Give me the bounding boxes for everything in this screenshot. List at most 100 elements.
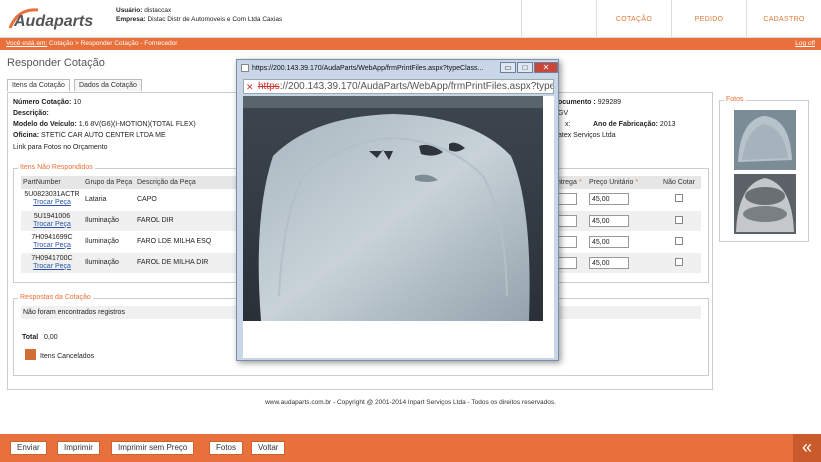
popup-viewport [243, 96, 554, 358]
trocar-peca-link[interactable]: Trocar Peça [23, 242, 81, 250]
modelo-label: Modelo do Veículo: [13, 121, 77, 128]
itens-nao-respondidos-legend: Itens Não Respondidos [18, 164, 95, 171]
minimize-button[interactable]: ▭ [500, 62, 516, 73]
audaparts-logo[interactable]: Audaparts [8, 6, 108, 32]
breadcrumb-path: Cotação > Responder Cotação - Fornecedor [49, 40, 178, 47]
svg-text:Audaparts: Audaparts [13, 13, 93, 30]
entrega-cell [555, 231, 587, 253]
trocar-peca-link[interactable]: Trocar Peça [23, 263, 81, 271]
entrega-input[interactable] [557, 193, 577, 206]
cancelados-swatch [25, 349, 36, 360]
col-nao-cotar: Não Cotar [657, 176, 701, 189]
preco-input[interactable]: 45,00 [589, 235, 629, 248]
oficina-value: STETIC CAR AUTO CENTER LTDA ME [41, 132, 166, 139]
oficina-field: Oficina: STETIC CAR AUTO CENTER LTDA ME [13, 132, 166, 139]
nao-cotar-checkbox[interactable] [675, 236, 683, 245]
photo-popup-window: https://200.143.39.170/AudaParts/WebApp/… [236, 59, 559, 361]
certificate-error-icon: ✕ [246, 82, 254, 92]
nao-cotar-checkbox[interactable] [675, 215, 683, 224]
ano-label: Ano de Fabricação: [593, 121, 658, 128]
preco-input[interactable]: 45,00 [589, 214, 629, 227]
tab-bar: Itens da Cotação Dados da Cotação [7, 79, 146, 91]
preco-cell: 45,00 [587, 189, 657, 211]
breadcrumb-prefix: Você está em: [6, 40, 48, 47]
modelo-field: Modelo do Veículo: 1.6 8V(G6)(I-MOTION)(… [13, 121, 196, 128]
imprimir-sem-preco-button[interactable]: Imprimir sem Preço [111, 441, 195, 455]
photo-thumbnail-1[interactable] [734, 110, 796, 170]
nao-cotar-checkbox[interactable] [675, 194, 683, 203]
right-field-3: x: [565, 121, 571, 128]
total-field: Total 0,00 [22, 334, 58, 341]
logoff-link[interactable]: Log off [795, 38, 815, 50]
cancelados-legend: Itens Cancelados [40, 353, 95, 360]
entrega-cell [555, 189, 587, 211]
modelo-value: 1.6 8V(G6)(I-MOTION)(TOTAL FLEX) [78, 121, 196, 128]
fotos-panel: Fotos [719, 96, 809, 242]
nao-cotar-cell [657, 189, 701, 211]
entrega-input[interactable] [557, 214, 577, 227]
numero-value: 10 [73, 99, 82, 106]
enviar-button[interactable]: Enviar [10, 441, 47, 455]
partnumber-cell: 7H0941700C Trocar Peça [21, 252, 83, 274]
right-field-4: atex Serviços Ltda [558, 132, 616, 139]
right-field-2: GV [558, 110, 569, 117]
col-preco-label: Preço Unitário [589, 179, 634, 186]
close-button[interactable]: ✕ [534, 62, 558, 73]
grupo-cell: Iluminação [83, 210, 135, 232]
tab-itens[interactable]: Itens da Cotação [7, 79, 70, 91]
col-partnumber: PartNumber [21, 176, 83, 189]
preco-cell: 45,00 [587, 231, 657, 253]
link-fotos[interactable]: Link para Fotos no Orçamento [13, 144, 108, 151]
nav-pedido[interactable]: PEDIDO [671, 0, 746, 38]
company-label: Empresa: [116, 16, 146, 23]
respostas-legend: Respostas da Cotação [18, 294, 93, 301]
col-preco: Preço Unitário * [587, 176, 657, 189]
fotos-legend: Fotos [724, 96, 746, 103]
nav-cadastro[interactable]: CADASTRO [746, 0, 821, 38]
partnumber-cell: 5U0823031ACTR Trocar Peça [21, 189, 83, 211]
tab-dados[interactable]: Dados da Cotação [73, 79, 142, 91]
numero-label: Número Cotação: [13, 99, 72, 106]
grupo-cell: Iluminação [83, 231, 135, 253]
grupo-cell: Iluminação [83, 252, 135, 274]
ano-value: 2013 [659, 121, 676, 128]
top-nav: COTAÇÃO PEDIDO CADASTRO [521, 0, 821, 38]
entrega-cell [555, 252, 587, 274]
preco-input[interactable]: 45,00 [589, 193, 629, 206]
nav-cotacao[interactable]: COTAÇÃO [596, 0, 671, 38]
photo-thumbnail-2[interactable] [734, 174, 796, 234]
entrega-input[interactable] [557, 256, 577, 269]
address-https: https [258, 81, 280, 92]
popup-title: https://200.143.39.170/AudaParts/WebApp/… [241, 62, 491, 76]
nav-spacer [521, 0, 596, 38]
nao-cotar-checkbox[interactable] [675, 257, 683, 266]
imprimir-button[interactable]: Imprimir [57, 441, 100, 455]
entrega-cell [555, 210, 587, 232]
col-entrega: ntrega * [555, 176, 587, 189]
preco-input[interactable]: 45,00 [589, 256, 629, 269]
trocar-peca-link[interactable]: Trocar Peça [23, 199, 81, 207]
numero-field: Número Cotação: 10 [13, 99, 81, 106]
partnumber: 5U1941006 [33, 212, 71, 220]
user-info: Usuário: distaccax Empresa: Distac Distr… [116, 6, 282, 24]
maximize-button[interactable]: □ [517, 62, 533, 73]
preco-cell: 45,00 [587, 210, 657, 232]
fotos-button[interactable]: Fotos [209, 441, 244, 455]
partnumber: 7H0941700C [31, 254, 73, 262]
collapse-double-chevron-icon[interactable]: « [793, 434, 821, 462]
entrega-input[interactable] [557, 235, 577, 248]
nao-cotar-cell [657, 210, 701, 232]
popup-title-text: https://200.143.39.170/AudaParts/WebApp/… [252, 65, 484, 72]
popup-address-bar[interactable]: ✕ https://200.143.39.170/AudaParts/WebAp… [243, 79, 554, 94]
user-value: distaccax [144, 7, 172, 14]
voltar-button[interactable]: Voltar [251, 441, 286, 455]
partnumber-cell: 5U1941006 Trocar Peça [21, 210, 83, 232]
descricao-label: Descrição: [13, 110, 49, 117]
documento-value: 929289 [597, 99, 622, 106]
col-entrega-label: ntrega [557, 179, 577, 186]
trocar-peca-link[interactable]: Trocar Peça [23, 221, 81, 229]
ano-field: Ano de Fabricação: 2013 [593, 121, 676, 128]
grupo-cell: Lataria [83, 189, 135, 211]
nao-cotar-cell [657, 231, 701, 253]
address-rest: ://200.143.39.170/AudaParts/WebApp/frmPr… [279, 81, 554, 92]
